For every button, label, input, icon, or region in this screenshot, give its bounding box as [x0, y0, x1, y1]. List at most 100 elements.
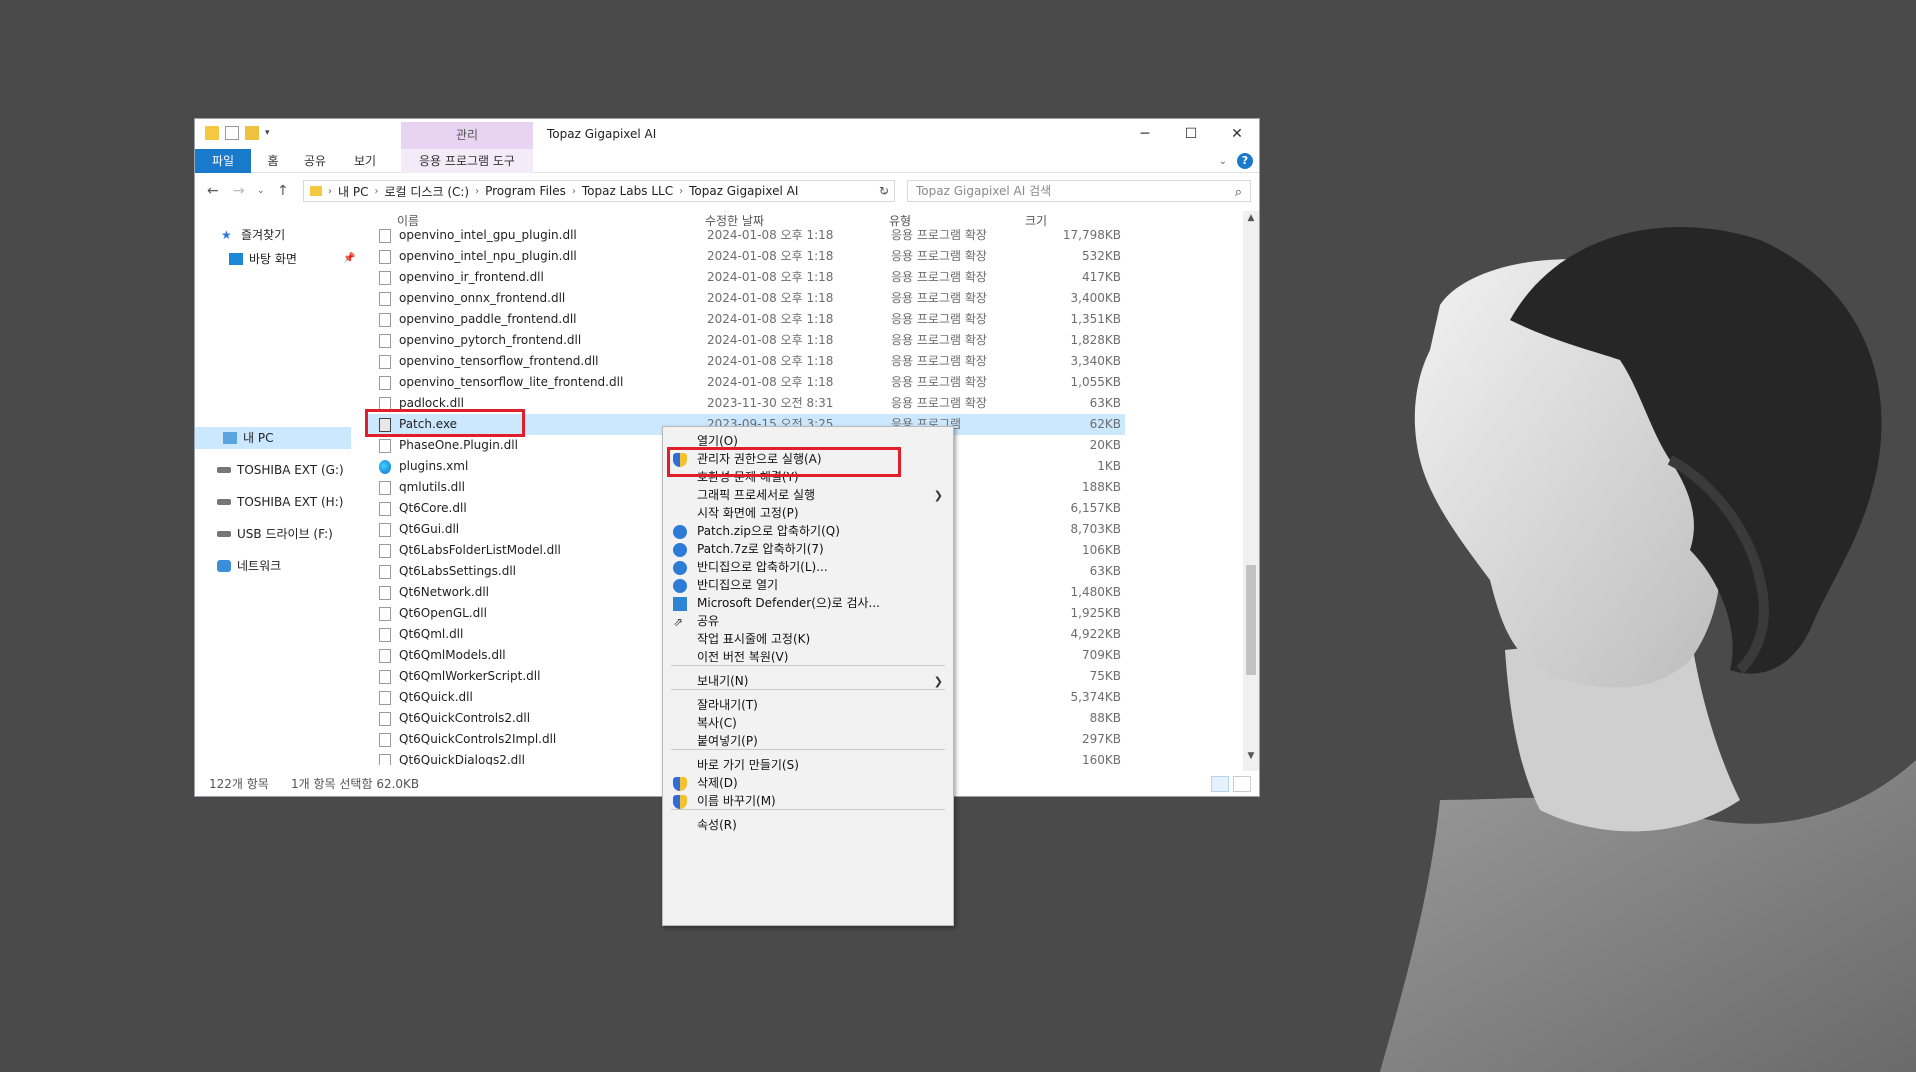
file-size: 3,400KB: [1070, 291, 1121, 305]
dll-file-icon: [379, 250, 391, 264]
file-size: 188KB: [1081, 480, 1121, 494]
file-type: 응용 프로그램 확장: [891, 375, 987, 389]
uac-shield-icon: [673, 795, 687, 809]
customize-toolbar-icon[interactable]: ▾: [265, 128, 270, 138]
dll-file-icon: [379, 481, 391, 495]
sidebar-item-this-pc[interactable]: 내 PC: [195, 427, 351, 449]
up-arrow-icon[interactable]: ↑: [277, 183, 289, 199]
recent-locations-icon[interactable]: ⌄: [257, 186, 265, 196]
file-size: 63KB: [1089, 564, 1121, 578]
file-name: openvino_onnx_frontend.dll: [399, 291, 566, 305]
desktop-icon: [229, 253, 243, 265]
file-type: 응용 프로그램 확장: [891, 312, 987, 326]
dll-file-icon: [379, 544, 391, 558]
sidebar-item-label: TOSHIBA EXT (G:): [237, 463, 344, 477]
search-icon[interactable]: ⌕: [1235, 183, 1242, 203]
file-size: 1KB: [1097, 459, 1121, 473]
dll-file-icon: [379, 691, 391, 705]
file-name: openvino_pytorch_frontend.dll: [399, 333, 582, 347]
close-button[interactable]: ✕: [1215, 122, 1259, 146]
help-icon[interactable]: ?: [1237, 153, 1253, 169]
tab-view[interactable]: 보기: [345, 149, 385, 173]
sidebar-item-quick-access[interactable]: ★ 즐겨찾기: [221, 224, 285, 246]
expand-ribbon-icon[interactable]: ⌄: [1219, 156, 1227, 167]
dll-file-icon: [379, 607, 391, 621]
breadcrumb-topaz-gigapixel[interactable]: Topaz Gigapixel AI: [689, 184, 798, 198]
file-type: 응용 프로그램 확장: [891, 228, 987, 242]
file-size: 5,374KB: [1070, 690, 1121, 704]
sidebar-item-toshiba-h[interactable]: TOSHIBA EXT (H:): [217, 491, 343, 513]
file-name: openvino_paddle_frontend.dll: [399, 312, 577, 326]
file-size: 297KB: [1081, 732, 1121, 746]
search-input[interactable]: Topaz Gigapixel AI 검색 ⌕: [907, 180, 1251, 202]
breadcrumb-my-pc[interactable]: 내 PC: [338, 183, 368, 200]
maximize-button[interactable]: ☐: [1169, 122, 1213, 146]
defender-icon: [673, 597, 687, 611]
dll-file-icon: [379, 439, 391, 453]
file-type: 응용 프로그램 확장: [891, 354, 987, 368]
scroll-thumb[interactable]: [1246, 565, 1256, 675]
folder-icon: [310, 186, 322, 196]
file-size: 1,351KB: [1070, 312, 1121, 326]
bandizip-icon: [673, 579, 687, 593]
forward-arrow-icon[interactable]: →: [233, 183, 245, 199]
dll-file-icon: [379, 355, 391, 369]
new-folder-icon[interactable]: [245, 126, 259, 140]
menu-item-properties[interactable]: 속성(R): [663, 815, 953, 836]
table-row[interactable]: openvino_pytorch_frontend.dll 2024-01-08 …: [365, 330, 1125, 351]
table-row[interactable]: openvino_tensorflow_frontend.dll 2024-01-…: [365, 351, 1125, 372]
large-icons-view-icon[interactable]: [1233, 776, 1251, 792]
file-size: 417KB: [1081, 270, 1121, 284]
breadcrumb-separator-icon: ›: [328, 185, 332, 197]
menu-separator: [671, 809, 945, 810]
search-placeholder: Topaz Gigapixel AI 검색: [916, 184, 1052, 198]
breadcrumb-program-files[interactable]: Program Files: [485, 184, 566, 198]
minimize-button[interactable]: ─: [1123, 122, 1167, 146]
pin-icon: 📌: [342, 253, 356, 264]
file-name: openvino_intel_npu_plugin.dll: [399, 249, 577, 263]
details-view-icon[interactable]: [1211, 776, 1229, 792]
breadcrumb-topaz-labs[interactable]: Topaz Labs LLC: [582, 184, 673, 198]
tab-manage[interactable]: 관리: [401, 122, 533, 149]
sidebar-item-desktop[interactable]: 바탕 화면 📌: [229, 248, 355, 270]
dll-file-icon: [379, 229, 391, 243]
table-row[interactable]: openvino_paddle_frontend.dll 2024-01-08 오…: [365, 309, 1125, 330]
file-name: Qt6QuickControls2.dll: [399, 711, 531, 725]
file-size: 1,925KB: [1070, 606, 1121, 620]
file-name: Qt6Network.dll: [399, 585, 489, 599]
sidebar-item-label: TOSHIBA EXT (H:): [237, 495, 344, 509]
table-row[interactable]: openvino_intel_gpu_plugin.dll 2024-01-08 …: [365, 225, 1125, 246]
file-size: 1,828KB: [1070, 333, 1121, 347]
scroll-down-icon[interactable]: ▼: [1243, 751, 1259, 761]
table-row[interactable]: openvino_intel_npu_plugin.dll 2024-01-08 …: [365, 246, 1125, 267]
sidebar-item-usb-f[interactable]: USB 드라이브 (F:): [217, 523, 333, 545]
table-row[interactable]: openvino_ir_frontend.dll 2024-01-08 오후 1:…: [365, 267, 1125, 288]
sidebar-item-toshiba-g[interactable]: TOSHIBA EXT (G:): [217, 459, 344, 481]
address-bar[interactable]: › 내 PC › 로컬 디스크 (C:) › Program Files › T…: [303, 180, 895, 202]
file-name: openvino_intel_gpu_plugin.dll: [399, 228, 577, 242]
tab-file[interactable]: 파일: [195, 149, 251, 173]
table-row[interactable]: openvino_tensorflow_lite_frontend.dll 202…: [365, 372, 1125, 393]
file-size: 63KB: [1089, 396, 1121, 410]
dll-file-icon: [379, 334, 391, 348]
vertical-scrollbar[interactable]: ▲ ▼: [1243, 211, 1259, 771]
tab-application-tools[interactable]: 응용 프로그램 도구: [401, 149, 533, 173]
menu-separator: [671, 689, 945, 690]
sidebar-item-network[interactable]: 네트워크: [217, 555, 281, 577]
tab-share[interactable]: 공유: [295, 149, 335, 173]
tab-home[interactable]: 홈: [259, 149, 287, 173]
file-type: 응용 프로그램 확장: [891, 270, 987, 284]
file-date: 2024-01-08 오후 1:18: [707, 228, 834, 242]
scroll-up-icon[interactable]: ▲: [1243, 213, 1259, 223]
properties-icon[interactable]: [225, 126, 239, 140]
dll-file-icon: [379, 670, 391, 684]
back-arrow-icon[interactable]: ←: [207, 183, 219, 199]
file-name: Qt6Qml.dll: [399, 627, 464, 641]
file-type: 응용 프로그램 확장: [891, 396, 987, 410]
bandizip-icon: [673, 525, 687, 539]
table-row[interactable]: openvino_onnx_frontend.dll 2024-01-08 오후 …: [365, 288, 1125, 309]
edge-file-icon: [379, 460, 391, 474]
refresh-icon[interactable]: ↻: [879, 184, 889, 198]
breadcrumb-local-disk[interactable]: 로컬 디스크 (C:): [384, 183, 469, 200]
usb-drive-icon: [217, 531, 231, 537]
